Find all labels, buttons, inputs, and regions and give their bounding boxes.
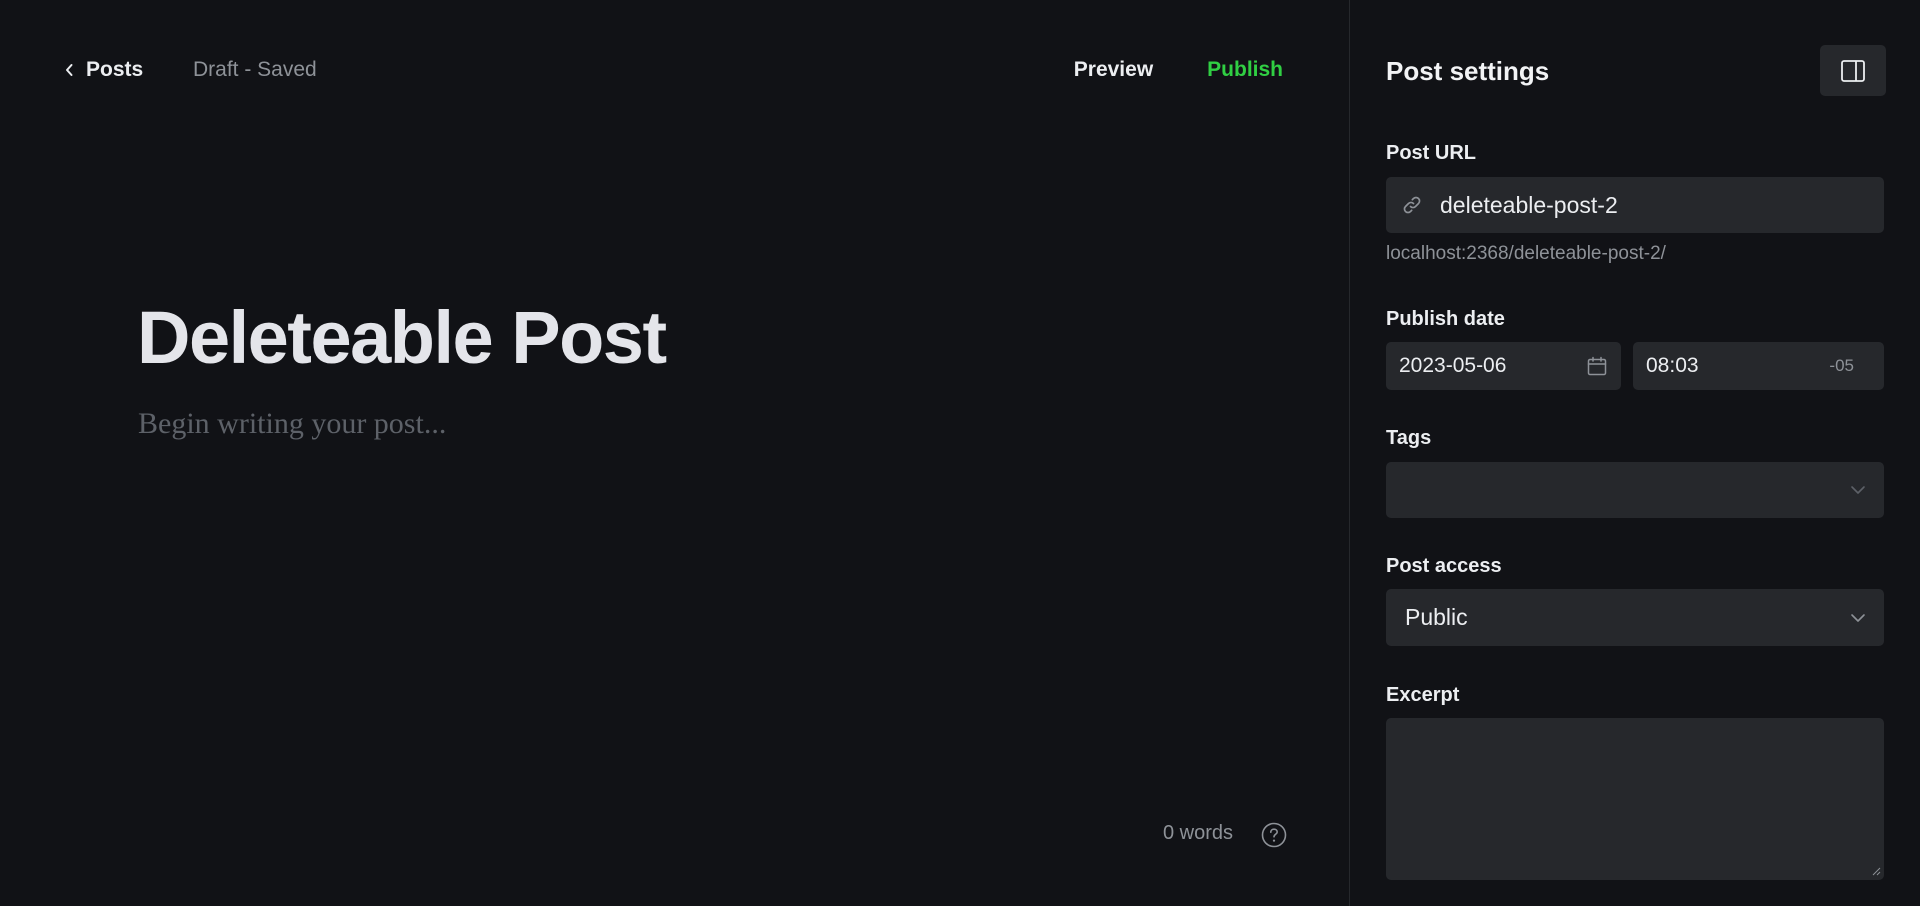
post-access-select[interactable]: Public	[1386, 589, 1884, 646]
sidebar-toggle-button[interactable]	[1820, 45, 1886, 96]
editor-pane: Posts Draft - Saved Preview Publish Dele…	[0, 0, 1349, 906]
word-count: 0 words	[1163, 822, 1234, 844]
post-access-label: Post access	[1386, 555, 1502, 577]
chevron-left-icon	[66, 64, 73, 76]
excerpt-textarea[interactable]	[1386, 718, 1884, 880]
post-url-hint: localhost:2368/deleteable-post-2/	[1386, 243, 1666, 264]
tags-label: Tags	[1386, 427, 1432, 449]
publish-button[interactable]: Publish	[1207, 58, 1283, 82]
post-url-label: Post URL	[1386, 142, 1476, 164]
post-url-field[interactable]	[1386, 177, 1884, 233]
publish-time-value: 08:03	[1646, 354, 1699, 377]
publish-date-field[interactable]: 2023-05-06	[1386, 342, 1621, 390]
post-settings-sidebar: Post settings Post URL localhost:2368/de…	[1349, 0, 1920, 906]
sidebar-title: Post settings	[1386, 56, 1550, 86]
resize-grip-icon[interactable]	[1871, 866, 1881, 876]
back-to-posts-link[interactable]: Posts	[64, 58, 143, 82]
calendar-icon[interactable]	[1587, 356, 1607, 376]
chevron-down-icon	[1851, 613, 1865, 622]
preview-button[interactable]: Preview	[1074, 58, 1153, 82]
post-access-value: Public	[1405, 604, 1468, 630]
sidebar-panel-icon	[1841, 59, 1865, 82]
publish-time-field[interactable]: 08:03 -05	[1633, 342, 1884, 390]
timezone-offset: -05	[1829, 356, 1854, 375]
post-title[interactable]: Deleteable Post	[137, 297, 667, 379]
app: Posts Draft - Saved Preview Publish Dele…	[0, 0, 1920, 906]
tags-select[interactable]	[1386, 462, 1884, 518]
publish-date-label: Publish date	[1386, 308, 1505, 330]
chevron-down-icon	[1851, 486, 1865, 494]
question-circle-icon[interactable]	[1261, 822, 1287, 848]
post-url-input[interactable]	[1438, 190, 1862, 220]
back-label: Posts	[86, 58, 144, 81]
post-body-placeholder[interactable]: Begin writing your post...	[138, 407, 446, 441]
excerpt-label: Excerpt	[1386, 684, 1460, 706]
link-icon	[1403, 196, 1421, 214]
publish-date-value: 2023-05-06	[1399, 354, 1507, 377]
draft-status: Draft - Saved	[193, 58, 317, 81]
header-actions: Preview Publish	[1074, 58, 1283, 82]
